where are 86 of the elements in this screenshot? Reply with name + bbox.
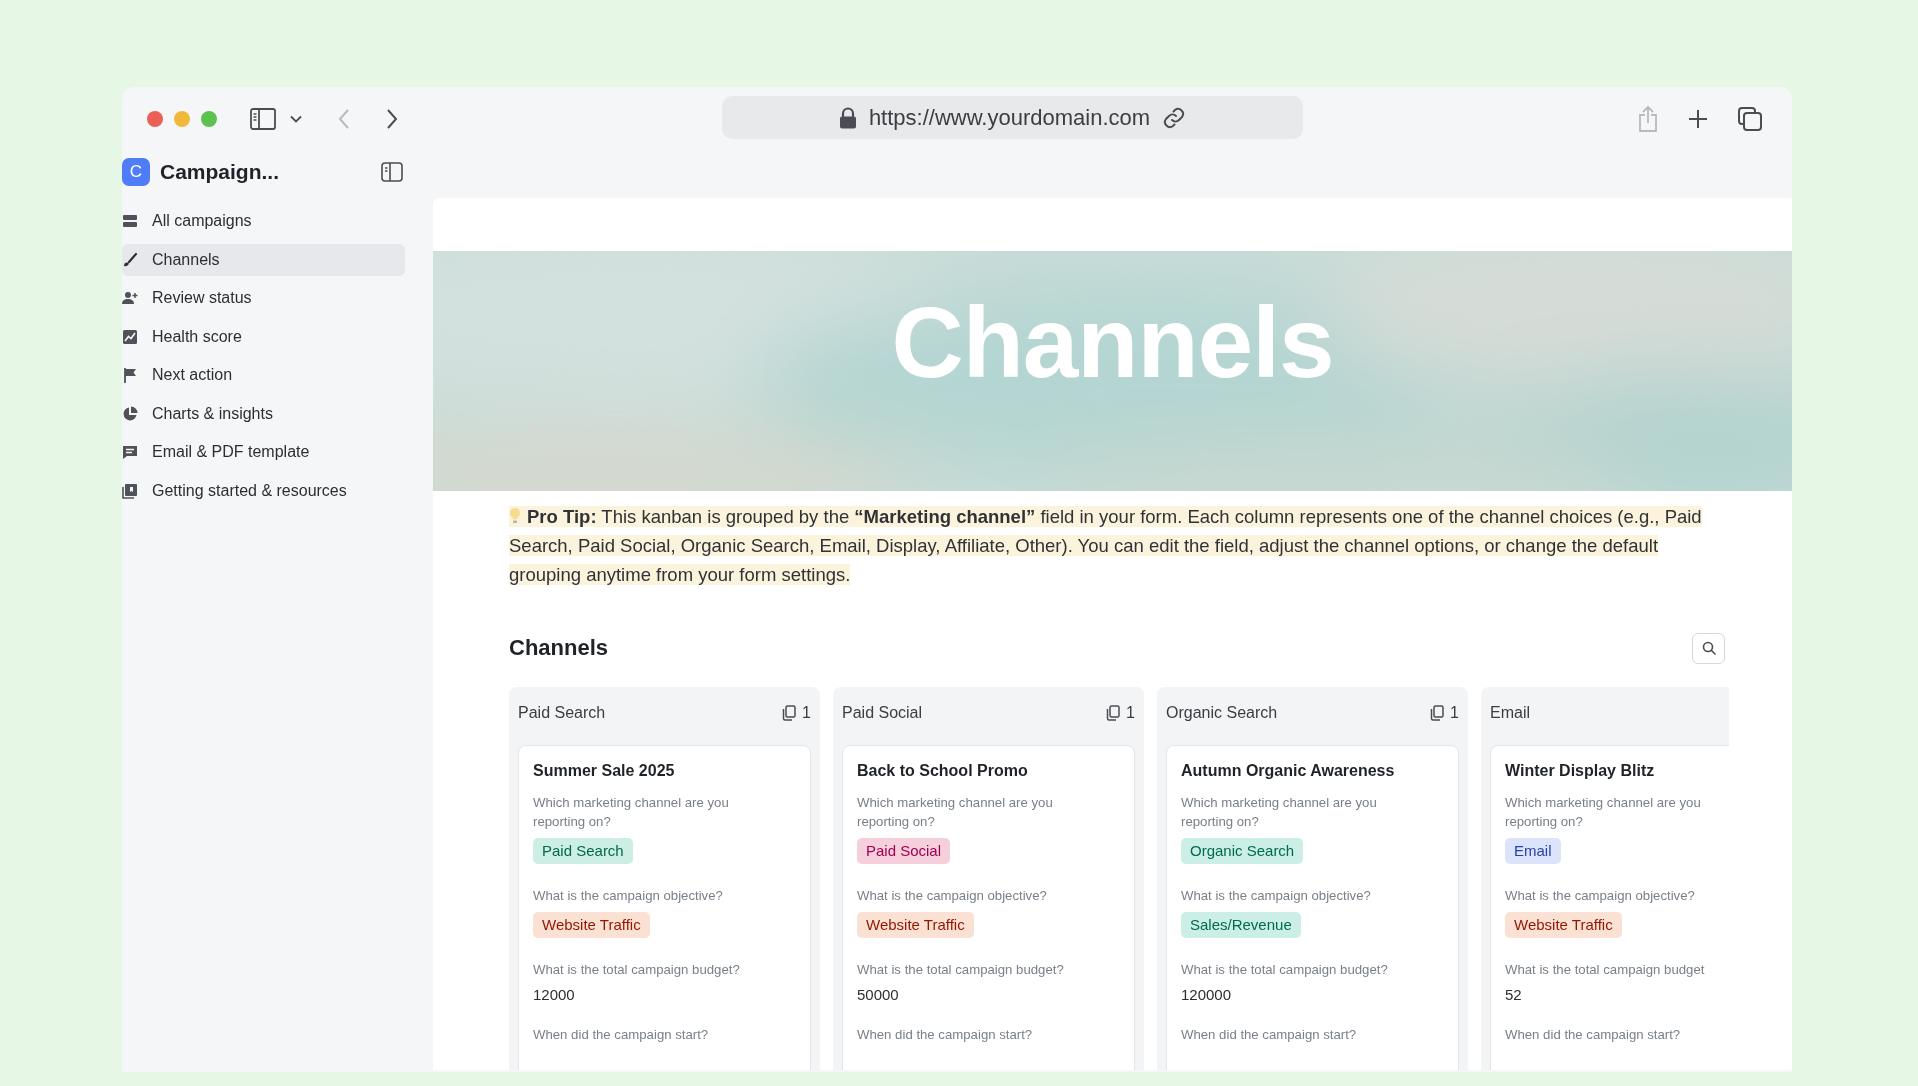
- close-window-button[interactable]: [147, 110, 163, 127]
- field-value: 52: [1505, 986, 1523, 1003]
- field-label: Which marketing channel are you reporting on?: [1181, 794, 1378, 831]
- sidebar-item[interactable]: Email & PDF template: [122, 436, 405, 469]
- lock-icon: [838, 106, 857, 129]
- field-value: 12000: [533, 986, 576, 1003]
- option-tag: Website Traffic: [1505, 912, 1622, 938]
- kanban-card[interactable]: [1166, 745, 1459, 1070]
- chevron-left-icon: [338, 108, 350, 129]
- option-tag: Website Traffic: [533, 912, 650, 938]
- option-tag: Organic Search: [1181, 838, 1304, 864]
- field-label: What is the campaign objective?: [533, 887, 724, 905]
- field-label: When did the campaign start?: [533, 1026, 710, 1044]
- field-label: Which marketing channel are you reporting on?: [533, 794, 730, 831]
- field-label: What is the total campaign budget?: [1181, 961, 1389, 979]
- column-title: Paid Search: [518, 704, 606, 722]
- sidebar-item[interactable]: Channels: [122, 243, 405, 276]
- cards-icon: [1106, 705, 1121, 721]
- field-label: What is the campaign objective?: [1181, 887, 1372, 905]
- person-add-icon: [122, 290, 138, 307]
- field-label: Which marketing channel are you reporting on?: [857, 794, 1054, 831]
- kanban-card[interactable]: Winter Display Blitz Which marketing channel are you reporting on? Email What is the campaign objective? Website Traffic What is the total campaign budget 52 When did the campaign start?: [1490, 745, 1729, 1070]
- field-label: When did the campaign start?: [857, 1026, 1034, 1044]
- field-label: What is the campaign objective?: [857, 887, 1048, 905]
- tab-overview-button[interactable]: [1738, 106, 1762, 131]
- address-bar[interactable]: https://www.yourdomain.com: [722, 96, 1303, 139]
- page-title: Channels: [891, 285, 1334, 400]
- plus-icon: [1688, 108, 1708, 129]
- sidebar-toggle-button[interactable]: [250, 107, 276, 130]
- card-title: Back to School Promo: [857, 762, 1029, 780]
- workspace-avatar: C: [122, 158, 150, 186]
- pie-chart-icon: [122, 405, 138, 422]
- search-button[interactable]: [1692, 632, 1725, 664]
- option-tag: Paid Social: [857, 838, 951, 864]
- list-icon: [122, 213, 138, 230]
- panel-icon: [381, 162, 403, 182]
- field-label: Which marketing channel are you reporting on?: [1505, 794, 1702, 831]
- card-title: Winter Display Blitz: [1505, 762, 1656, 780]
- url-text: https://www.yourdomain.com: [868, 104, 1151, 131]
- card-count: 1: [1450, 704, 1459, 722]
- option-tag: Email: [1505, 838, 1561, 864]
- kanban-card[interactable]: Summer Sale 2025 Which marketing channel are you reporting on? Paid Search What is the campaign objective? Website Traffic What is the total campaign budget? 12000 When did the campaign start?: [518, 745, 811, 1070]
- field-value: 120000: [1181, 986, 1233, 1003]
- new-tab-button[interactable]: [1688, 108, 1708, 129]
- search-icon: [1701, 641, 1716, 655]
- kanban-card[interactable]: Back to School Promo Which marketing channel are you reporting on? Paid Social What is the campaign objective? Website Traffic What is the total campaign budget? 50000 When did the campaign start?: [842, 745, 1135, 1070]
- option-tag: Sales/Revenue: [1181, 912, 1301, 938]
- option-tag: Paid Search: [533, 838, 633, 864]
- board-title: Channels: [509, 635, 609, 661]
- flag-icon: [122, 367, 138, 384]
- column-title: Email: [1490, 704, 1530, 722]
- tab-groups-button[interactable]: [290, 114, 302, 123]
- lightbulb-icon: [509, 507, 521, 525]
- link-icon: [1162, 105, 1187, 130]
- card-title: Summer Sale 2025: [533, 762, 676, 780]
- field-label: When did the campaign start?: [1505, 1026, 1682, 1044]
- sidebar-item[interactable]: Getting started & resources: [122, 474, 405, 507]
- tabs-icon: [1738, 106, 1762, 131]
- column-title: Paid Social: [842, 704, 923, 722]
- sidebar-icon: [250, 107, 276, 130]
- sidebar-item[interactable]: Health score: [122, 320, 405, 353]
- pro-tip-text: Pro Tip: This kanban is grouped by the “Marketing channel” field in your form. Each column represents one of the channel choices (e.g., Paid Search, Paid Social, Organic Search, Email, Display, Affiliate, Other). You can edit the field, adjust the channel options, or change the default grouping anytime from your form settings.: [509, 505, 1703, 587]
- brush-icon: [122, 251, 138, 268]
- field-label: What is the campaign objective?: [1505, 887, 1696, 905]
- share-icon: [1638, 105, 1658, 132]
- field-label: What is the total campaign budget?: [857, 961, 1065, 979]
- forward-button[interactable]: [386, 108, 398, 129]
- sidebar-item[interactable]: Charts & insights: [122, 397, 405, 430]
- option-tag: Website Traffic: [857, 912, 974, 938]
- field-label: When did the campaign start?: [1181, 1026, 1358, 1044]
- workspace-name: Campaign...: [160, 160, 280, 184]
- field-value: 50000: [857, 986, 900, 1003]
- field-label: What is the total campaign budget?: [533, 961, 741, 979]
- cards-icon: [782, 705, 797, 721]
- card-count: 1: [802, 704, 811, 722]
- chevron-down-icon: [290, 114, 302, 123]
- sidebar-item[interactable]: Next action: [122, 359, 405, 392]
- chevron-right-icon: [386, 108, 398, 129]
- sidebar-item[interactable]: Review status: [122, 282, 405, 315]
- collapse-sidebar-button[interactable]: [381, 162, 403, 182]
- card-title: Autumn Organic Awareness: [1181, 762, 1396, 780]
- card-count: 1: [1126, 704, 1135, 722]
- field-label: What is the total campaign budget: [1505, 961, 1706, 979]
- cards-icon: [1430, 705, 1445, 721]
- column-title: Organic Search: [1166, 704, 1278, 722]
- sidebar-item[interactable]: All campaigns: [122, 205, 405, 238]
